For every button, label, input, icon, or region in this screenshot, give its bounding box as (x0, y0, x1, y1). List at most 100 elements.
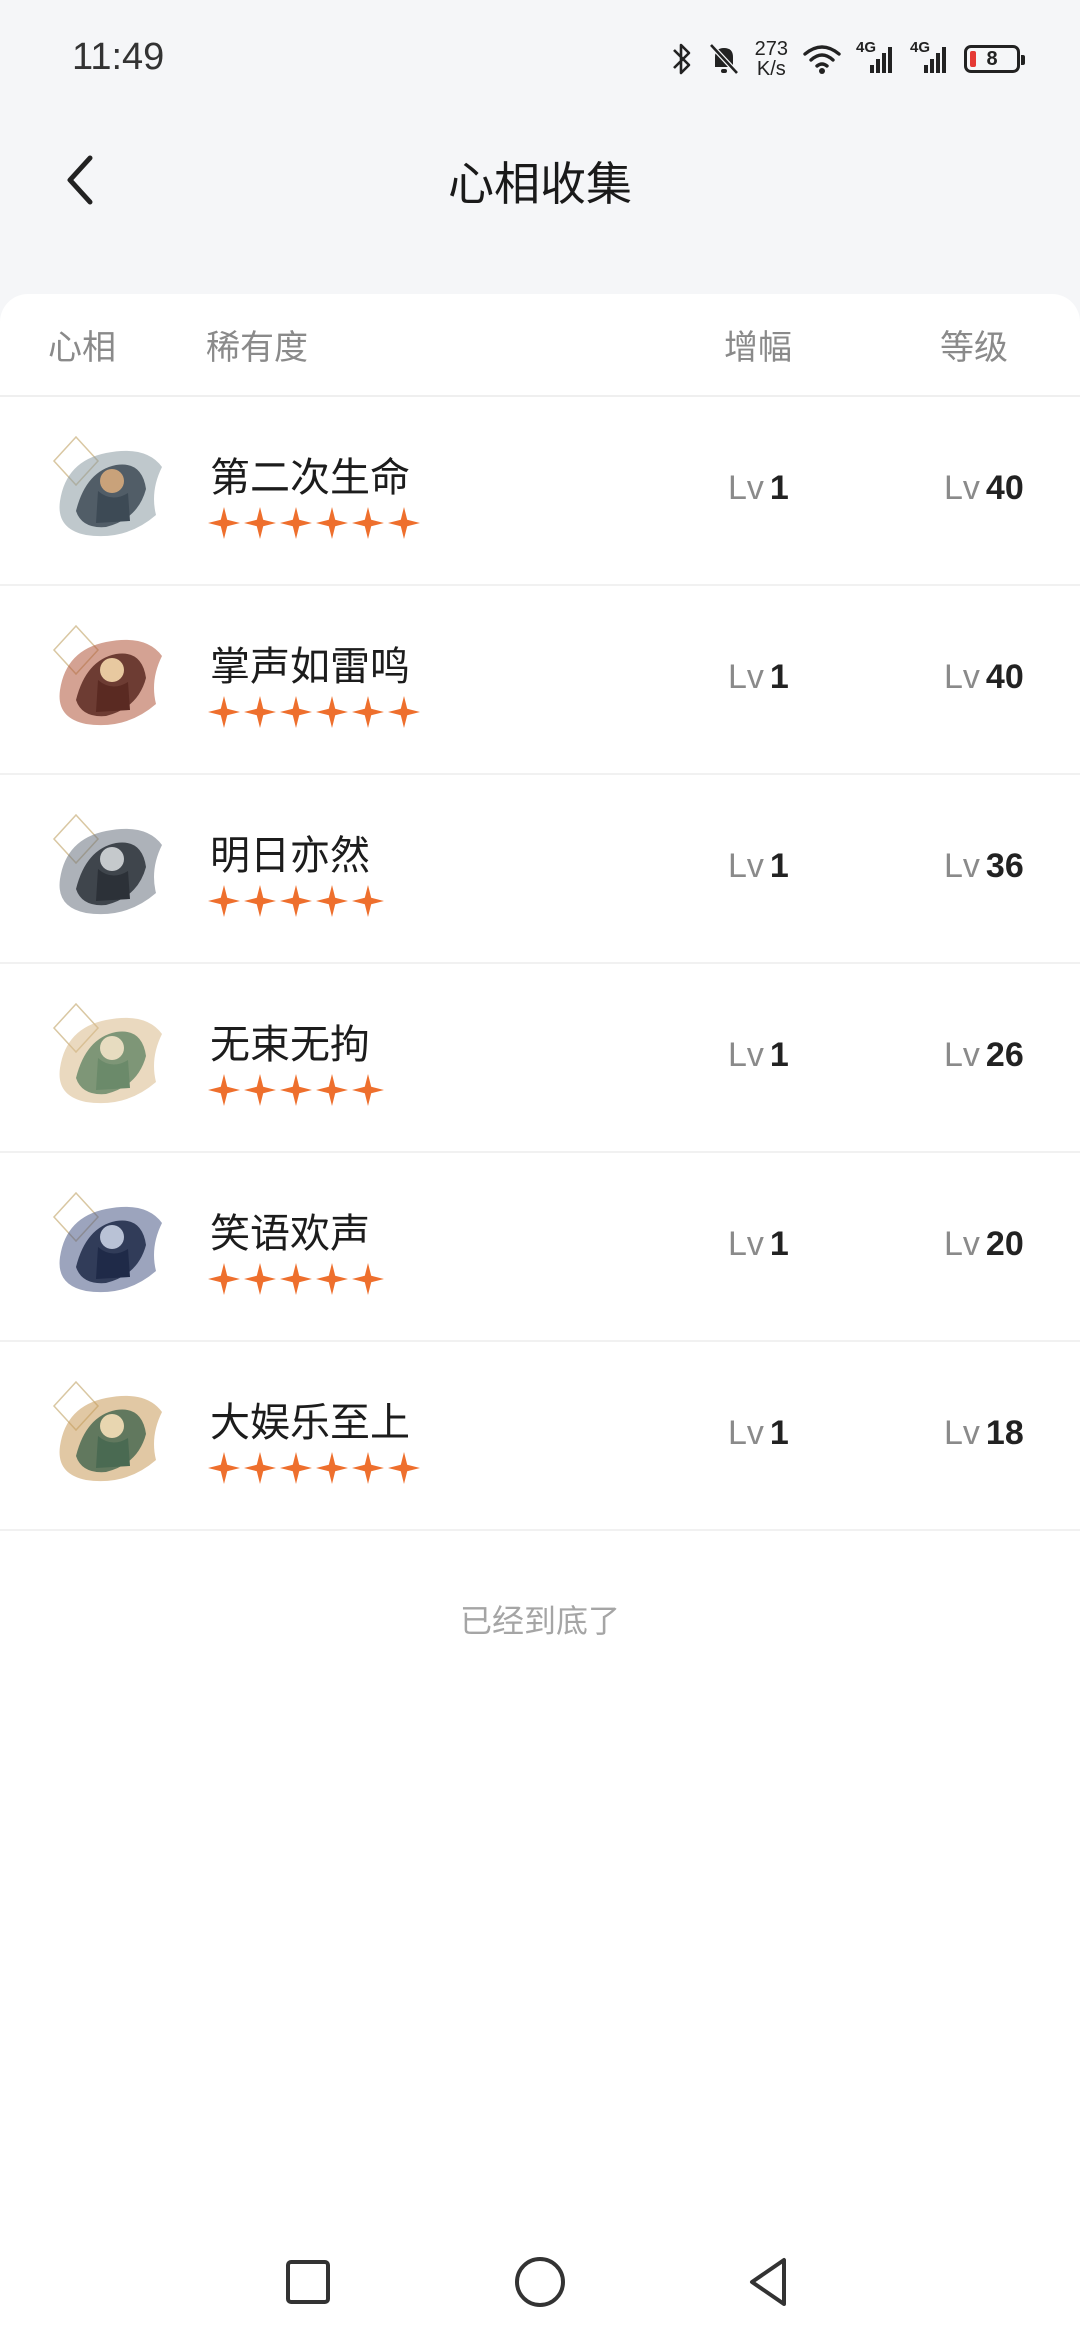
star-icon (316, 507, 348, 539)
card-level: Lv 18 (944, 1414, 1024, 1453)
signal-icon: 4G (910, 39, 950, 75)
star-icon (280, 885, 312, 917)
level-value: 26 (985, 1036, 1024, 1074)
card-level: Lv 40 (944, 469, 1024, 508)
end-of-list-note: 已经到底了 (459, 1602, 620, 1640)
star-icon (244, 885, 276, 917)
net-speed-unit: K/s (756, 58, 786, 80)
star-icon (280, 1074, 312, 1106)
list-item[interactable]: 大娱乐至上 Lv 1 Lv 18 (0, 1342, 1080, 1531)
star-icon (280, 507, 312, 539)
signal-icon: 4G (856, 39, 896, 75)
lv-prefix: Lv (728, 1225, 764, 1263)
star-icon (388, 507, 420, 539)
card-name: 笑语欢声 (210, 1211, 370, 1257)
card-list: 第二次生命 Lv 1 Lv 40 掌声如雷鸣 Lv 1 Lv 40 明日亦然 Lv 1 Lv 36 无束无拘 L… (0, 397, 1080, 1531)
star-icon (352, 1263, 384, 1295)
rarity-stars (208, 1074, 384, 1106)
boost-level: Lv 1 (728, 1225, 789, 1264)
star-icon (244, 1074, 276, 1106)
lv-prefix: Lv (944, 1414, 980, 1452)
card-thumbnail (46, 1187, 170, 1305)
star-icon (280, 1263, 312, 1295)
rarity-stars (208, 885, 384, 917)
back-triangle-icon (750, 2258, 786, 2306)
home-circle-icon (515, 2257, 565, 2307)
lv-prefix: Lv (944, 469, 980, 507)
star-icon (352, 1452, 384, 1484)
star-icon (316, 885, 348, 917)
card-thumbnail (46, 431, 170, 549)
card-thumbnail (46, 620, 170, 738)
star-icon (280, 696, 312, 728)
card-level: Lv 20 (944, 1225, 1024, 1264)
status-icons: 273 K/s 4G 4G 8 (671, 34, 1025, 84)
net-speed-value: 273 (754, 38, 788, 60)
star-icon (352, 507, 384, 539)
collection-card: 心相 稀有度 增幅 等级 第二次生命 Lv 1 Lv 40 掌声如雷鸣 Lv 1 Lv 40 明日亦… (0, 294, 1080, 2200)
lv-prefix: Lv (944, 847, 980, 885)
signal-label: 4G (910, 39, 931, 56)
card-name: 掌声如雷鸣 (210, 644, 410, 690)
rarity-stars (208, 1452, 420, 1484)
star-icon (244, 696, 276, 728)
rarity-stars (208, 1263, 384, 1295)
star-icon (244, 507, 276, 539)
list-item[interactable]: 明日亦然 Lv 1 Lv 36 (0, 775, 1080, 964)
lv-prefix: Lv (728, 469, 764, 507)
level-value: 20 (985, 1225, 1024, 1263)
lv-prefix: Lv (728, 658, 764, 696)
boost-level: Lv 1 (728, 469, 789, 508)
star-icon (316, 696, 348, 728)
column-header-name: 心相 (48, 328, 116, 368)
status-time: 11:49 (72, 36, 165, 78)
boost-value: 1 (769, 469, 789, 507)
star-icon (244, 1452, 276, 1484)
card-level: Lv 40 (944, 658, 1024, 697)
lv-prefix: Lv (944, 1225, 980, 1263)
list-item[interactable]: 第二次生命 Lv 1 Lv 40 (0, 397, 1080, 586)
star-icon (280, 1452, 312, 1484)
boost-level: Lv 1 (728, 847, 789, 886)
list-item[interactable]: 掌声如雷鸣 Lv 1 Lv 40 (0, 586, 1080, 775)
star-icon (244, 1263, 276, 1295)
lv-prefix: Lv (728, 1414, 764, 1452)
star-icon (208, 1074, 240, 1106)
lv-prefix: Lv (944, 658, 980, 696)
card-level: Lv 26 (944, 1036, 1024, 1075)
bell-muted-icon (707, 41, 741, 77)
recents-button[interactable] (280, 2254, 336, 2310)
page-header: 心相收集 (0, 120, 1080, 240)
nav-back-button[interactable] (742, 2254, 798, 2310)
boost-value: 1 (769, 847, 789, 885)
star-icon (316, 1074, 348, 1106)
star-icon (208, 507, 240, 539)
home-button[interactable] (512, 2254, 568, 2310)
battery-level: 8 (986, 47, 998, 70)
card-name: 大娱乐至上 (210, 1400, 410, 1446)
level-value: 40 (985, 658, 1024, 696)
card-thumbnail (46, 998, 170, 1116)
rarity-stars (208, 696, 420, 728)
system-nav-bar (0, 2200, 1080, 2340)
star-icon (208, 696, 240, 728)
card-thumbnail (46, 809, 170, 927)
boost-level: Lv 1 (728, 1414, 789, 1453)
rarity-stars (208, 507, 420, 539)
lv-prefix: Lv (728, 847, 764, 885)
bluetooth-icon (671, 41, 693, 77)
list-item[interactable]: 无束无拘 Lv 1 Lv 26 (0, 964, 1080, 1153)
status-bar: 11:49 273 K/s 4G 4G 8 (0, 0, 1080, 120)
card-thumbnail (46, 1376, 170, 1494)
signal-label: 4G (856, 39, 877, 56)
list-item[interactable]: 笑语欢声 Lv 1 Lv 20 (0, 1153, 1080, 1342)
column-header-boost: 增幅 (724, 328, 792, 368)
star-icon (352, 696, 384, 728)
wifi-icon (802, 43, 842, 75)
recents-square-icon (286, 2260, 330, 2304)
column-header-level: 等级 (940, 328, 1008, 368)
level-value: 36 (985, 847, 1024, 885)
lv-prefix: Lv (944, 1036, 980, 1074)
boost-level: Lv 1 (728, 1036, 789, 1075)
star-icon (316, 1263, 348, 1295)
